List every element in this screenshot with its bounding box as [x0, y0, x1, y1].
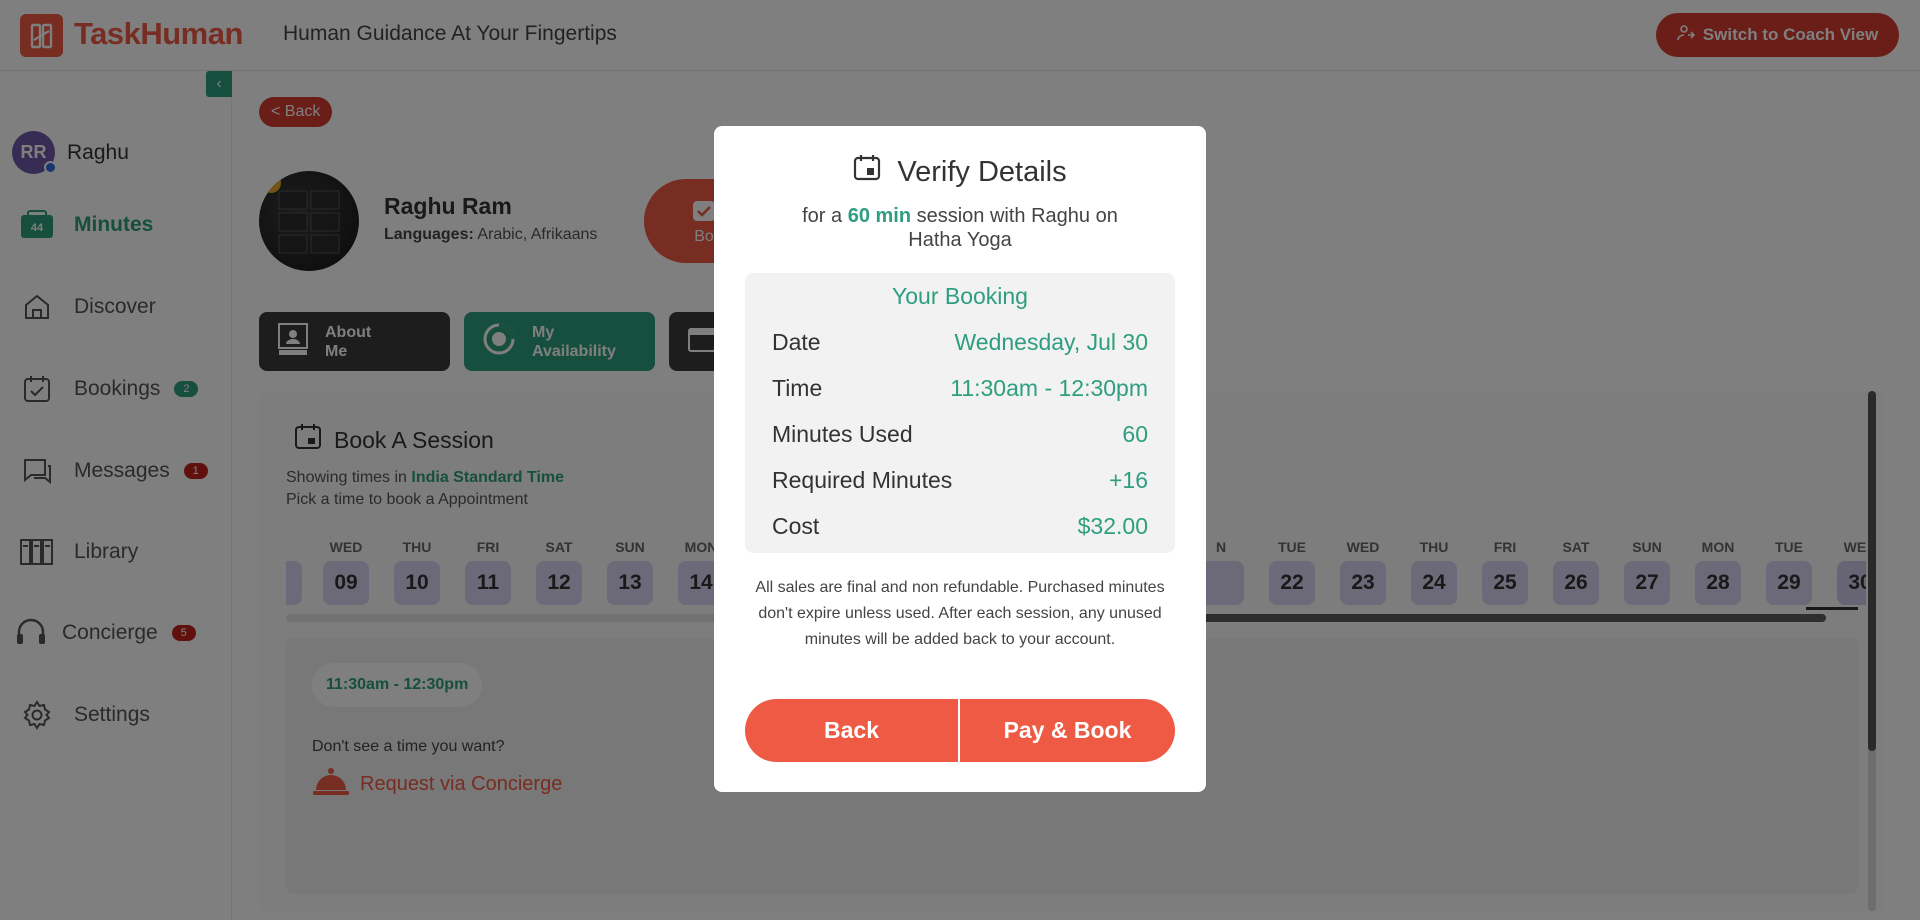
booking-summary: Your Booking Date Wednesday, Jul 30 Time 1…	[745, 273, 1175, 553]
summary-row-time: Time 11:30am - 12:30pm	[772, 375, 1148, 401]
verify-details-modal: Verify Details for a 60 min session with…	[714, 126, 1206, 792]
calendar-icon	[853, 154, 881, 190]
summary-row-required-minutes: Required Minutes +16	[772, 467, 1148, 493]
pay-and-book-button[interactable]: Pay & Book	[960, 699, 1175, 762]
modal-title: Verify Details	[714, 154, 1206, 190]
summary-row-cost: Cost $32.00	[772, 513, 1148, 539]
summary-row-date: Date Wednesday, Jul 30	[772, 329, 1148, 355]
modal-actions: Back Pay & Book	[745, 699, 1175, 762]
booking-summary-heading: Your Booking	[892, 283, 1028, 309]
refund-policy-note: All sales are final and non refundable. …	[755, 579, 1165, 648]
modal-subtitle: for a 60 min session with Raghu on Hatha…	[802, 205, 1118, 251]
summary-row-minutes-used: Minutes Used 60	[772, 421, 1148, 447]
session-duration: 60 min	[847, 205, 912, 227]
back-button[interactable]: Back	[745, 699, 958, 762]
